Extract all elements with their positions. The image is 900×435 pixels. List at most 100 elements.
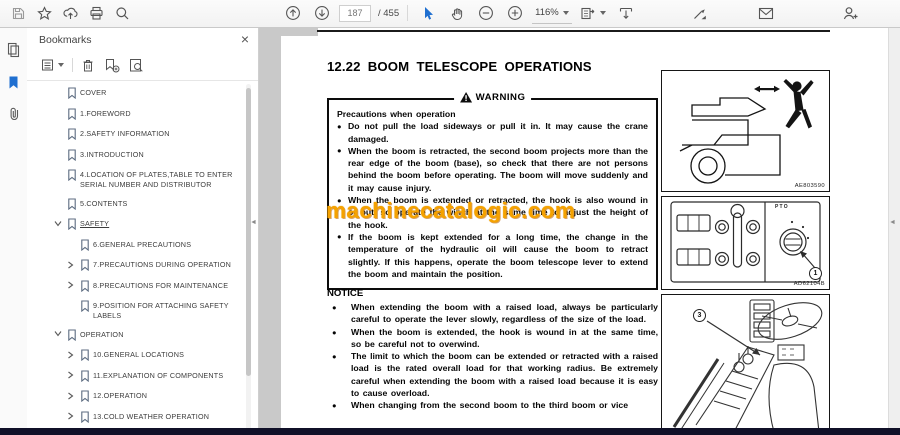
figure-label: AD62104B <box>793 281 825 287</box>
save-button[interactable] <box>6 2 30 24</box>
page-thumbnails-icon <box>7 42 20 58</box>
star-icon <box>36 5 52 20</box>
chevron-right-icon[interactable] <box>67 411 80 421</box>
bookmarks-scrollbar[interactable] <box>246 84 251 435</box>
zoom-in-button[interactable] <box>503 2 527 24</box>
chevron-right-icon[interactable] <box>67 349 80 359</box>
bookmark-item[interactable]: 9.POSITION FOR ATTACHING SAFETY LABELS <box>27 296 258 325</box>
chevron-slot <box>54 149 67 151</box>
bookmark-item[interactable]: 4.LOCATION OF PLATES,TABLE TO ENTER SERI… <box>27 165 258 194</box>
callout-3: 3 <box>693 309 706 322</box>
bullet-text: The limit to which the boom can be exten… <box>351 351 658 399</box>
navigation-panel-strip <box>0 28 28 435</box>
chevron-right-icon[interactable] <box>67 280 80 290</box>
collapse-panel-arrow[interactable]: ◄ <box>250 219 257 226</box>
share-button[interactable] <box>838 2 862 24</box>
warning-bullet: ● If the boom is kept extended for a long… <box>337 231 648 280</box>
fit-width-button[interactable] <box>614 2 638 24</box>
fit-width-icon <box>619 7 632 19</box>
chevron-down-icon[interactable] <box>54 218 67 227</box>
delete-bookmark-button[interactable] <box>76 54 100 76</box>
bookmark-label: 5.CONTENTS <box>80 198 128 208</box>
document-scrollbar[interactable] <box>888 28 900 428</box>
bookmark-item[interactable]: 6.GENERAL PRECAUTIONS <box>27 235 258 256</box>
close-icon[interactable]: × <box>241 31 249 47</box>
chevron-down-icon[interactable] <box>54 329 67 338</box>
bookmark-label: 12.OPERATION <box>93 391 148 401</box>
bookmark-item[interactable]: 2.SAFETY INFORMATION <box>27 124 258 145</box>
chevron-down-icon <box>57 63 64 67</box>
bullet-text: When changing from the second boom to th… <box>351 400 629 411</box>
cab-interior-drawing <box>672 299 823 432</box>
bookmark-item[interactable]: 1.FOREWORD <box>27 104 258 125</box>
bullet-text: When the boom is extended, the hook is w… <box>351 326 658 349</box>
notice-bullet: ● When the boom is extended, the hook is … <box>327 326 658 351</box>
bookmark-label: 1.FOREWORD <box>80 108 131 118</box>
hand-tool-button[interactable] <box>445 2 469 24</box>
options-icon <box>41 59 53 71</box>
bookmarks-panel-button[interactable] <box>0 66 27 98</box>
callout-1: 1 <box>809 267 822 280</box>
collapse-tools-pane-arrow[interactable]: ◄ <box>889 219 896 226</box>
page-total-label: / 455 <box>378 7 400 19</box>
select-tool-button[interactable] <box>416 2 440 24</box>
bookmark-item[interactable]: OPERATION <box>27 325 258 346</box>
bookmark-item[interactable]: 5.CONTENTS <box>27 194 258 215</box>
upload-cloud-icon <box>62 7 78 19</box>
upload-button[interactable] <box>58 2 82 24</box>
bookmark-item[interactable]: 3.INTRODUCTION <box>27 145 258 166</box>
bookmarks-list: COVER 1.FOREWORD 2.SAFETY INFORMATION 3.INT… <box>27 83 258 435</box>
bookmark-item[interactable]: 12.OPERATION <box>27 386 258 407</box>
bullet-dot: ● <box>337 146 342 156</box>
figure-label: AE803590 <box>794 183 825 189</box>
bookmark-icon <box>67 148 80 161</box>
expand-current-bookmark-button[interactable] <box>124 54 148 76</box>
bookmark-icon <box>80 411 93 423</box>
fill-sign-button[interactable] <box>688 2 712 24</box>
bullet-dot: ● <box>332 327 337 337</box>
save-icon <box>12 7 24 19</box>
zoom-level-dropdown[interactable]: 116% <box>532 3 572 24</box>
zoom-out-button[interactable] <box>474 2 498 24</box>
figure-cab-lever: 3 <box>661 294 830 435</box>
page-thumbnails-button[interactable] <box>0 34 27 66</box>
bookmark-item[interactable]: 7.PRECAUTIONS DURING OPERATION <box>27 255 258 276</box>
bookmark-icon <box>67 169 80 181</box>
notice-block: NOTICE ● When extending the boom with a r… <box>327 288 658 428</box>
page-display-dropdown[interactable] <box>577 3 609 23</box>
warning-box: WARNING Precautions when operation ● Do n… <box>327 92 658 290</box>
chevron-right-icon[interactable] <box>67 259 80 269</box>
bookmark-item[interactable]: 11.EXPLANATION OF COMPONENTS <box>27 366 258 387</box>
bookmark-icon <box>80 300 93 313</box>
warning-bullet: ● When the boom is retracted, the second … <box>337 145 648 194</box>
page-number-input[interactable] <box>339 4 371 22</box>
bookmark-item[interactable]: SAFETY <box>27 214 258 235</box>
find-button[interactable] <box>110 2 134 24</box>
hand-tool-icon <box>451 7 462 20</box>
divider <box>27 80 258 81</box>
section-heading: 12.22 BOOM TELESCOPE OPERATIONS <box>327 59 592 74</box>
bookmark-item[interactable]: COVER <box>27 83 258 104</box>
print-button[interactable] <box>84 2 108 24</box>
star-button[interactable] <box>32 2 56 24</box>
chevron-right-icon[interactable] <box>67 390 80 400</box>
bookmark-item[interactable]: 13.COLD WEATHER OPERATION <box>27 407 258 428</box>
send-email-button[interactable] <box>754 2 778 24</box>
chevron-right-icon[interactable] <box>67 370 80 380</box>
bookmark-options-button[interactable] <box>35 54 69 76</box>
zoom-level-value: 116% <box>535 7 559 18</box>
notice-bullet: ● When extending the boom with a raised l… <box>327 301 658 326</box>
toolbar-separator <box>72 58 73 72</box>
bookmark-item[interactable]: 10.GENERAL LOCATIONS <box>27 345 258 366</box>
warning-title-text: WARNING <box>475 92 526 103</box>
scrollbar-thumb[interactable] <box>246 88 251 376</box>
bookmark-item[interactable]: 8.PRECAUTIONS FOR MAINTENANCE <box>27 276 258 297</box>
figure-control-panel: PTO 1 AD62104B <box>661 196 830 290</box>
previous-page-button[interactable] <box>281 2 305 24</box>
bullet-dot: ● <box>337 121 342 131</box>
attachments-panel-button[interactable] <box>0 98 27 130</box>
next-page-button[interactable] <box>310 2 334 24</box>
new-bookmark-button[interactable] <box>100 54 124 76</box>
bookmark-icon <box>80 370 93 382</box>
bookmarks-toolbar <box>27 52 258 78</box>
